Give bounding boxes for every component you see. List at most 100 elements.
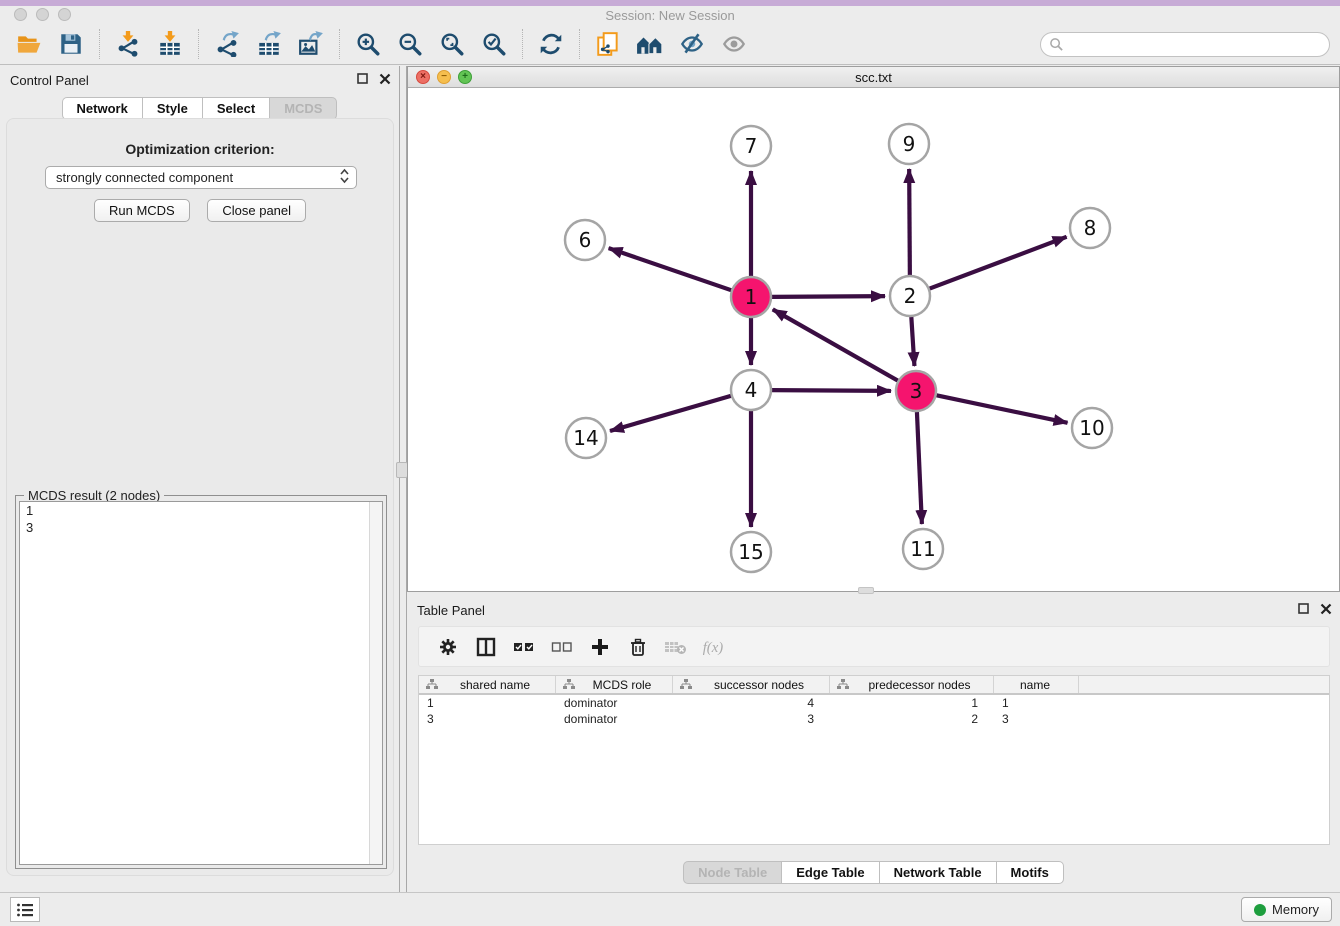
tab-network[interactable]: Network — [62, 97, 142, 120]
zoom-fit-icon[interactable] — [437, 29, 467, 59]
run-mcds-button[interactable]: Run MCDS — [94, 199, 190, 222]
optimization-criterion-label: Optimization criterion: — [7, 141, 393, 157]
export-image-icon[interactable] — [296, 29, 326, 59]
edge-2-3[interactable] — [911, 317, 914, 366]
node-1[interactable]: 1 — [731, 277, 771, 317]
save-session-icon[interactable] — [56, 29, 86, 59]
node-4[interactable]: 4 — [731, 370, 771, 410]
edge-4-14[interactable] — [610, 396, 731, 431]
edge-1-6[interactable] — [609, 248, 731, 290]
node-9[interactable]: 9 — [889, 124, 929, 164]
edge-3-11[interactable] — [917, 412, 922, 524]
tab-mcds[interactable]: MCDS — [269, 97, 337, 120]
import-network-icon[interactable] — [113, 29, 143, 59]
select-all-columns-icon[interactable] — [511, 635, 537, 659]
mcds-result-group: MCDS result (2 nodes) 13 — [15, 495, 387, 869]
result-scrollbar[interactable] — [369, 502, 382, 864]
open-file-icon[interactable] — [14, 29, 44, 59]
mcds-result-list[interactable]: 13 — [19, 501, 383, 865]
tab-motifs[interactable]: Motifs — [996, 861, 1064, 884]
edge-2-9[interactable] — [909, 169, 910, 275]
table-cell[interactable]: dominator — [556, 711, 673, 727]
network-zoom-button[interactable]: + — [458, 70, 472, 84]
table-cell[interactable]: 3 — [673, 711, 830, 727]
toolbar-separator — [339, 29, 340, 59]
node-2[interactable]: 2 — [890, 276, 930, 316]
node-8[interactable]: 8 — [1070, 208, 1110, 248]
unselect-all-columns-icon[interactable] — [549, 635, 575, 659]
import-table-icon[interactable] — [155, 29, 185, 59]
criterion-dropdown[interactable]: strongly connected component — [45, 166, 357, 189]
table-cell[interactable]: 1 — [419, 695, 556, 711]
delete-column-icon[interactable] — [625, 635, 651, 659]
search-input[interactable] — [1064, 35, 1329, 55]
tab-node-table[interactable]: Node Table — [683, 861, 781, 884]
show-all-icon[interactable] — [719, 29, 749, 59]
zoom-in-icon[interactable] — [353, 29, 383, 59]
node-15[interactable]: 15 — [731, 532, 771, 572]
edge-3-10[interactable] — [937, 395, 1068, 423]
horizontal-splitter-handle[interactable] — [858, 587, 874, 594]
zoom-out-icon[interactable] — [395, 29, 425, 59]
network-window-titlebar[interactable]: × − + scc.txt — [408, 67, 1339, 88]
table-cell[interactable]: 4 — [673, 695, 830, 711]
export-network-icon[interactable] — [212, 29, 242, 59]
close-table-panel-icon[interactable] — [1320, 603, 1332, 615]
column-header-predecessor-nodes[interactable]: predecessor nodes — [830, 676, 994, 693]
table-panel-header: Table Panel — [407, 596, 1340, 624]
new-network-icon[interactable] — [593, 29, 623, 59]
table-cell[interactable]: 3 — [419, 711, 556, 727]
task-history-button[interactable] — [10, 897, 40, 922]
node-11[interactable]: 11 — [903, 529, 943, 569]
hide-selected-icon[interactable] — [677, 29, 707, 59]
close-panel-icon[interactable] — [379, 73, 391, 85]
float-table-panel-icon[interactable] — [1298, 603, 1310, 615]
mcds-panel: Optimization criterion: strongly connect… — [6, 118, 394, 876]
column-header-name[interactable]: name — [994, 676, 1079, 693]
edge-1-2[interactable] — [772, 296, 885, 297]
apply-layout-icon[interactable] — [536, 29, 566, 59]
search-icon — [1049, 37, 1064, 52]
tab-select[interactable]: Select — [202, 97, 269, 120]
delete-table-icon — [663, 635, 689, 659]
table-cell[interactable]: 1 — [994, 695, 1079, 711]
column-header-MCDS-role[interactable]: MCDS role — [556, 676, 673, 693]
network-view-window: × − + scc.txt 7 9 6 8 1 2 4 3 14 10 15 11 — [407, 66, 1340, 592]
zoom-selected-icon[interactable] — [479, 29, 509, 59]
node-3[interactable]: 3 — [896, 371, 936, 411]
edge-4-3[interactable] — [772, 390, 891, 391]
network-minimize-button[interactable]: − — [437, 70, 451, 84]
float-panel-icon[interactable] — [357, 73, 369, 85]
show-column-icon[interactable] — [473, 635, 499, 659]
network-close-button[interactable]: × — [416, 70, 430, 84]
close-panel-button[interactable]: Close panel — [207, 199, 306, 222]
status-bar: Memory — [0, 892, 1340, 926]
node-7[interactable]: 7 — [731, 126, 771, 166]
node-10[interactable]: 10 — [1072, 408, 1112, 448]
tab-edge-table[interactable]: Edge Table — [781, 861, 878, 884]
column-header-shared-name[interactable]: shared name — [419, 676, 556, 693]
export-table-icon[interactable] — [254, 29, 284, 59]
table-settings-icon[interactable] — [435, 635, 461, 659]
table-row[interactable]: 1dominator411 — [419, 695, 1329, 711]
tab-network-table[interactable]: Network Table — [879, 861, 996, 884]
table-cell[interactable]: dominator — [556, 695, 673, 711]
add-column-icon[interactable] — [587, 635, 613, 659]
node-6[interactable]: 6 — [565, 220, 605, 260]
network-window-title: scc.txt — [408, 67, 1339, 85]
network-graph[interactable]: 7 9 6 8 1 2 4 3 14 10 15 11 — [408, 88, 1339, 591]
edge-2-8[interactable] — [930, 237, 1067, 289]
table-cell[interactable]: 2 — [830, 711, 994, 727]
column-header-successor-nodes[interactable]: successor nodes — [673, 676, 830, 693]
table-panel-tabs: Node TableEdge TableNetwork TableMotifs — [407, 861, 1340, 884]
memory-button[interactable]: Memory — [1241, 897, 1332, 922]
table-cell[interactable]: 1 — [830, 695, 994, 711]
edge-3-1[interactable] — [773, 309, 898, 380]
vertical-splitter[interactable] — [400, 66, 407, 892]
table-row[interactable]: 3dominator323 — [419, 711, 1329, 727]
first-neighbors-icon[interactable] — [635, 29, 665, 59]
svg-text:15: 15 — [738, 540, 763, 564]
node-14[interactable]: 14 — [566, 418, 606, 458]
tab-style[interactable]: Style — [142, 97, 202, 120]
table-cell[interactable]: 3 — [994, 711, 1079, 727]
